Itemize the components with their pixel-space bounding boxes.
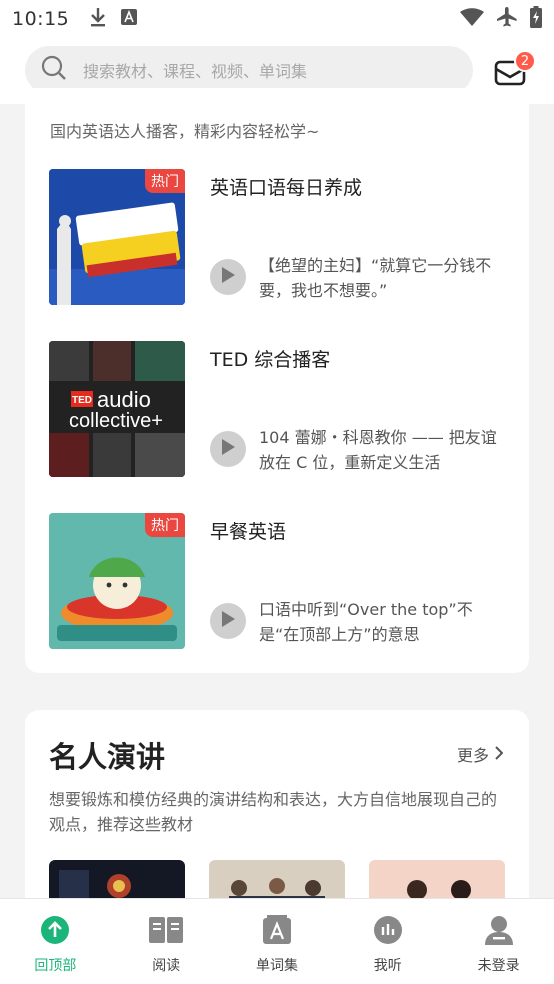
status-bar: 10:15: [0, 0, 554, 38]
arrow-up-circle-icon: [40, 915, 70, 949]
search-icon: [41, 55, 67, 85]
podcast-title[interactable]: TED 综合播客: [210, 345, 330, 372]
play-icon: [221, 267, 235, 287]
tab-back-to-top[interactable]: 回顶部: [0, 899, 111, 984]
podcast-item[interactable]: 热门 英语口语每日养成 【绝望的主妇】“就算它一分钱不要，我也不想要。”: [49, 169, 509, 305]
tab-label: 未登录: [477, 958, 520, 974]
search-bar[interactable]: 搜索教材、课程、视频、单词集: [25, 46, 473, 94]
airplane-icon: [496, 6, 518, 32]
text-a-icon: [121, 9, 138, 29]
podcast-subtitle: 国内英语达人播客，精彩内容轻松学~: [50, 122, 320, 141]
wifi-icon: [460, 8, 484, 30]
tab-label: 回顶部: [34, 958, 77, 974]
notification-badge: 2: [514, 50, 536, 72]
podcast-title[interactable]: 早餐英语: [210, 517, 286, 544]
chevron-right-icon: [495, 745, 504, 764]
hot-tag: 热门: [145, 169, 185, 193]
podcast-cover[interactable]: 热门: [49, 169, 185, 305]
section-description: 想要锻炼和模仿经典的演讲结构和表达，大方自信地展现自己的观点，推荐这些教材: [49, 790, 498, 834]
tab-label: 单词集: [255, 958, 298, 974]
play-icon: [221, 611, 235, 631]
user-icon: [484, 915, 514, 949]
tab-label: 阅读: [152, 958, 181, 974]
tab-account[interactable]: 未登录: [443, 899, 554, 984]
podcast-cover[interactable]: 热门: [49, 513, 185, 649]
tab-label: 我听: [373, 958, 402, 974]
podcast-cover[interactable]: TED audio collective+: [49, 341, 185, 477]
podcast-card: 国内英语达人播客，精彩内容轻松学~ 热门 英语口语每日养成 【绝望的主妇】“就算…: [25, 88, 529, 673]
more-link[interactable]: 更多: [456, 742, 504, 766]
tab-listening[interactable]: 我听: [332, 899, 443, 984]
podcast-title[interactable]: 英语口语每日养成: [210, 173, 362, 200]
svg-text:TED: TED: [72, 395, 92, 406]
tab-reading[interactable]: 阅读: [111, 899, 222, 984]
podcast-episode[interactable]: 【绝望的主妇】“就算它一分钱不要，我也不想要。”: [259, 253, 509, 303]
podcast-episode[interactable]: 口语中听到“Over the top”不是“在顶部上方”的意思: [259, 597, 509, 647]
more-label: 更多: [456, 746, 489, 765]
audio-bars-icon: [373, 915, 403, 949]
podcast-cover-art: TED audio collective+: [49, 341, 185, 477]
section-title: 名人演讲: [49, 740, 166, 774]
tab-word-sets[interactable]: 单词集: [222, 899, 333, 984]
play-button[interactable]: [210, 259, 246, 295]
battery-charging-icon: [530, 6, 542, 32]
bottom-tab-bar: 回顶部 阅读 单词集 我听 未登录: [0, 898, 554, 984]
podcast-episode[interactable]: 104 蕾娜・科恩教你 —— 把友谊放在 C 位，重新定义生活: [259, 425, 509, 475]
play-icon: [221, 439, 235, 459]
speech-card: 名人演讲 更多 想要锻炼和模仿经典的演讲结构和表达，大方自信地展现自己的观点，推…: [25, 710, 529, 910]
svg-text:audio: audio: [97, 387, 151, 412]
search-placeholder: 搜索教材、课程、视频、单词集: [83, 62, 308, 81]
word-book-icon: [262, 915, 292, 949]
book-icon: [148, 915, 184, 949]
svg-text:collective+: collective+: [69, 410, 163, 432]
hot-tag: 热门: [145, 513, 185, 537]
podcast-item[interactable]: 热门 早餐英语 口语中听到“Over the top”不是“在顶部上方”的意思: [49, 513, 509, 649]
podcast-item[interactable]: TED audio collective+ TED 综合播客 104 蕾娜・科恩…: [49, 341, 509, 477]
play-button[interactable]: [210, 603, 246, 639]
play-button[interactable]: [210, 431, 246, 467]
download-icon: [89, 7, 107, 31]
mail-button[interactable]: 2: [494, 50, 536, 88]
status-time: 10:15: [12, 8, 70, 30]
